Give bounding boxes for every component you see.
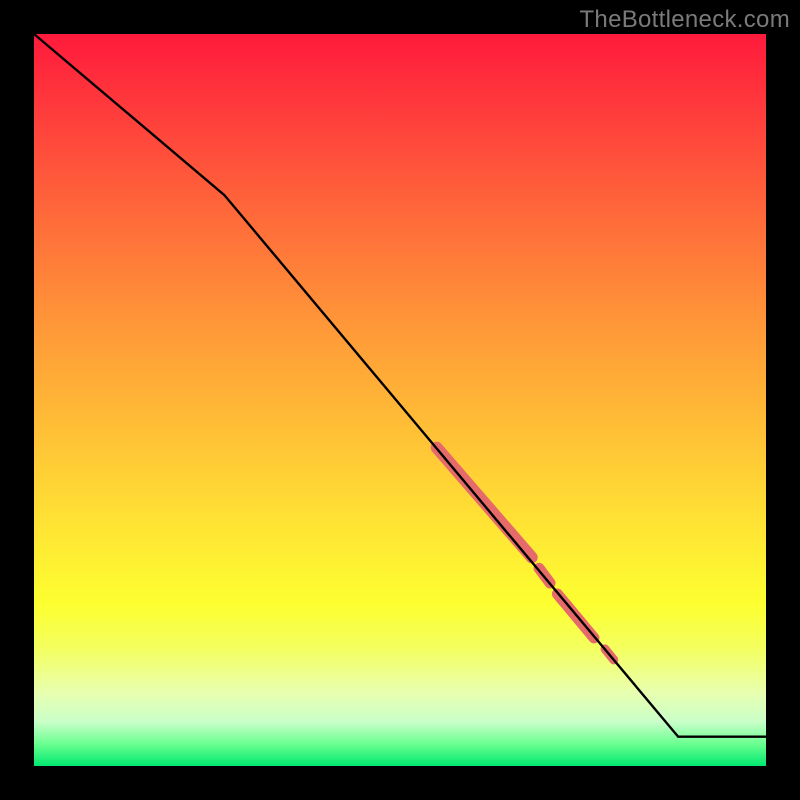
watermark-text: TheBottleneck.com — [579, 6, 790, 34]
main-curve — [34, 34, 766, 737]
chart-frame: TheBottleneck.com — [0, 0, 800, 800]
chart-overlay — [34, 34, 766, 766]
